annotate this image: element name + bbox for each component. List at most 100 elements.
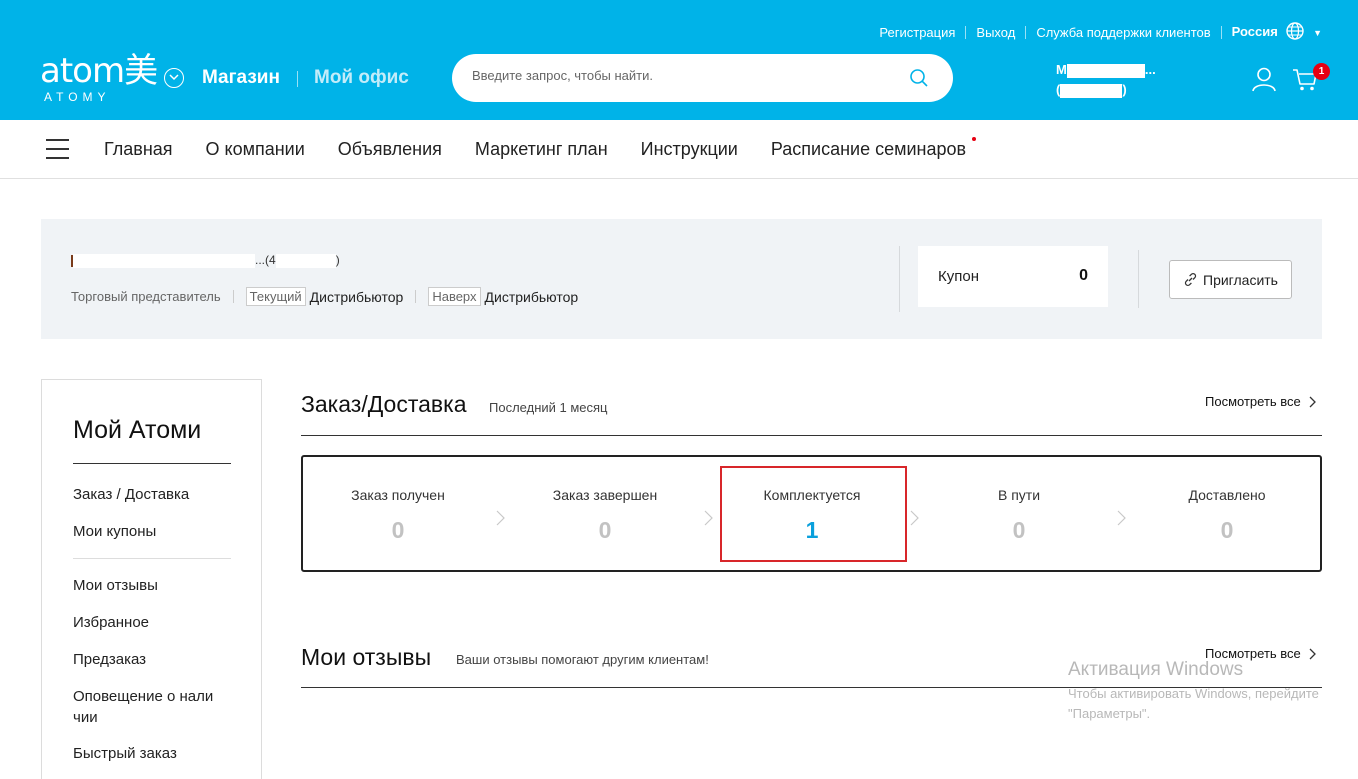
globe-icon — [1286, 22, 1305, 43]
profile-id-close: ) — [335, 253, 340, 267]
search-input[interactable] — [472, 68, 892, 83]
coupon-box[interactable]: Купон 0 — [918, 246, 1108, 307]
coupon-label: Купон — [938, 268, 979, 285]
orders-subtitle: Последний 1 месяц — [489, 400, 608, 415]
divider — [1138, 250, 1139, 308]
step-label: Доставлено — [1188, 487, 1266, 503]
new-indicator-dot — [972, 137, 976, 141]
user-icon[interactable] — [1251, 66, 1277, 97]
cart-count-badge: 1 — [1313, 63, 1330, 80]
step-label: Заказ получен — [351, 487, 445, 503]
divider — [232, 290, 234, 303]
user-name-prefix: M — [1056, 62, 1067, 77]
watermark-title: Активация Windows — [1068, 659, 1244, 680]
my-office-link[interactable]: Мой офис — [314, 67, 409, 89]
caret-down-icon: ▼ — [1313, 27, 1322, 38]
divider — [297, 71, 298, 87]
search-icon[interactable] — [909, 68, 929, 93]
step-order-received[interactable]: Заказ получен 0 — [303, 487, 493, 544]
nav-instructions[interactable]: Инструкции — [641, 139, 738, 160]
step-count: 0 — [598, 517, 612, 543]
step-in-transit[interactable]: В пути 0 — [924, 487, 1114, 544]
sidebar-item-stock-alert[interactable]: Оповещение о нали чии — [73, 686, 233, 728]
top-links: Регистрация Выход Служба поддержки клиен… — [879, 22, 1322, 43]
divider — [73, 558, 231, 559]
menu-icon[interactable] — [46, 139, 69, 159]
logo-sub: ATOMY — [44, 90, 111, 104]
current-tag: Текущий — [245, 287, 306, 306]
watermark-line: "Параметры". — [1068, 706, 1151, 721]
step-delivered[interactable]: Доставлено 0 — [1132, 487, 1322, 544]
sidebar-item-orders[interactable]: Заказ / Доставка — [73, 484, 243, 505]
user-id-close: ) — [1122, 82, 1127, 97]
redacted-block — [1060, 83, 1123, 98]
step-count: 0 — [1012, 517, 1026, 543]
role-label: Торговый представитель — [71, 289, 221, 304]
chevron-right-icon — [1309, 396, 1316, 407]
atomy-logo[interactable]: atom美 ATOMY — [40, 51, 158, 104]
nav-announcements[interactable]: Объявления — [338, 139, 442, 160]
country-label: Россия — [1231, 23, 1278, 39]
step-label: В пути — [997, 487, 1041, 503]
divider — [1220, 26, 1222, 39]
upper-rank: Дистрибьютор — [484, 288, 579, 305]
profile-rank-row: Торговый представитель Текущий Дистрибью… — [71, 287, 578, 306]
user-name-suffix: ... — [1144, 62, 1156, 77]
view-all-label: Посмотреть все — [1205, 394, 1301, 409]
link-icon — [1184, 273, 1197, 286]
watermark-line: Чтобы активировать Windows, перейдите — [1068, 686, 1319, 701]
orders-view-all-link[interactable]: Посмотреть все — [1205, 394, 1317, 409]
redacted-block — [1066, 63, 1145, 78]
reviews-title: Мои отзывы — [301, 644, 432, 670]
divider — [899, 246, 900, 312]
nav-marketing-plan[interactable]: Маркетинг план — [475, 139, 608, 160]
shop-link[interactable]: Магазин — [202, 67, 280, 89]
site-header: Регистрация Выход Служба поддержки клиен… — [0, 0, 1358, 120]
divider — [73, 463, 231, 464]
sidebar-item-favorites[interactable]: Избранное — [73, 612, 243, 633]
divider — [301, 435, 1322, 436]
divider — [1025, 26, 1027, 39]
support-link[interactable]: Служба поддержки клиентов — [1036, 25, 1210, 40]
logout-link[interactable]: Выход — [976, 25, 1015, 40]
sidebar-item-coupons[interactable]: Мои купоны — [73, 521, 243, 542]
my-atomy-sidebar: Мой Атоми Заказ / Доставка Мои купоны Мо… — [41, 379, 262, 779]
profile-panel: ...(4) Торговый представитель Текущий Ди… — [41, 219, 1322, 339]
country-selector[interactable]: Россия ▼ — [1232, 22, 1322, 43]
user-info[interactable]: M... () — [1056, 60, 1156, 100]
register-link[interactable]: Регистрация — [879, 25, 955, 40]
redacted-block — [275, 253, 336, 268]
main-nav-items: Главная О компании Объявления Маркетинг … — [104, 139, 999, 160]
chevron-down-icon[interactable] — [164, 68, 184, 88]
invite-label: Пригласить — [1203, 271, 1278, 288]
step-count: 0 — [1220, 517, 1234, 543]
upper-tag: Наверх — [428, 287, 481, 306]
profile-name-suffix: ... — [255, 253, 266, 267]
step-order-completed[interactable]: Заказ завершен 0 — [510, 487, 700, 544]
chevron-right-icon — [910, 510, 919, 526]
sidebar-item-preorder[interactable]: Предзаказ — [73, 649, 243, 670]
nav-seminar-schedule[interactable]: Расписание семинаров — [771, 139, 966, 160]
profile-name: ...(4) — [71, 253, 340, 268]
step-label: Заказ завершен — [552, 487, 658, 503]
reviews-subtitle: Ваши отзывы помогают другим клиентам! — [456, 652, 709, 667]
chevron-right-icon — [1309, 648, 1316, 659]
search-bar — [452, 54, 953, 102]
coupon-count: 0 — [1079, 267, 1088, 284]
nav-home[interactable]: Главная — [104, 139, 173, 160]
divider — [965, 26, 967, 39]
step-count: 0 — [391, 517, 405, 543]
invite-button[interactable]: Пригласить — [1169, 260, 1292, 299]
current-rank: Дистрибьютор — [309, 288, 404, 305]
nav-about[interactable]: О компании — [206, 139, 305, 160]
chevron-right-icon — [704, 510, 713, 526]
sidebar-title: Мой Атоми — [73, 416, 202, 444]
redacted-block — [73, 253, 255, 268]
chevron-right-icon — [496, 510, 505, 526]
sidebar-item-quick-order[interactable]: Быстрый заказ — [73, 743, 243, 764]
logo-word: atom美 — [40, 51, 158, 91]
orders-title: Заказ/Доставка — [301, 391, 467, 417]
highlight-frame — [720, 466, 907, 562]
sidebar-item-reviews[interactable]: Мои отзывы — [73, 575, 243, 596]
windows-activation-watermark: Активация Windows Чтобы активировать Win… — [1068, 659, 1319, 724]
